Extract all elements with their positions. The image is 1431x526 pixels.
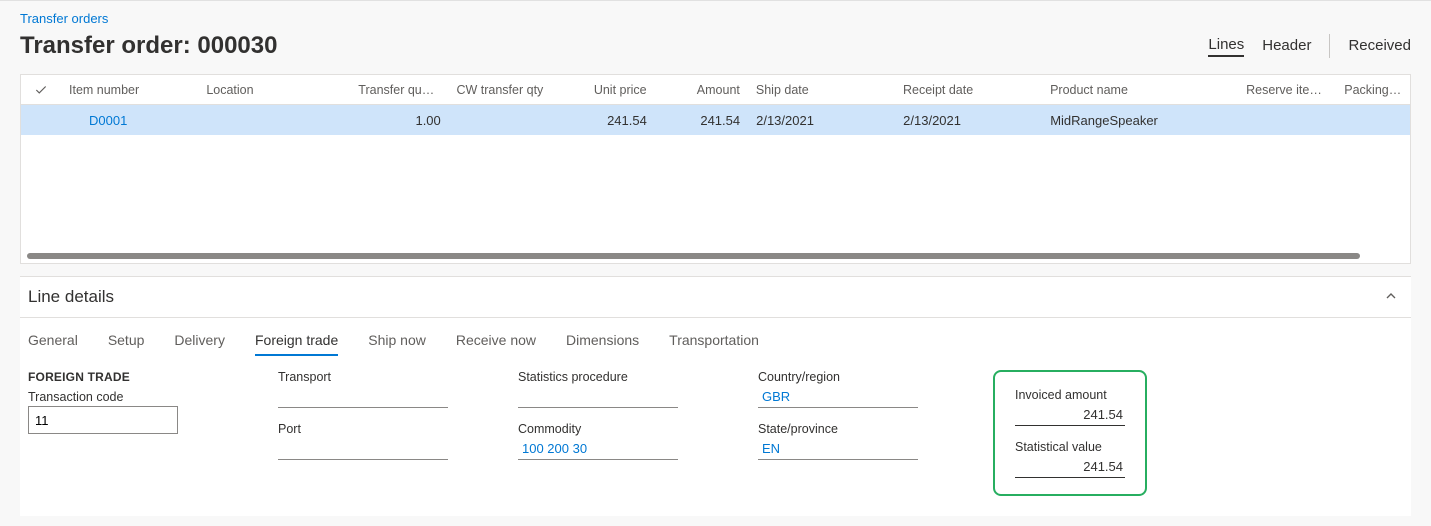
col-transfer-qty[interactable]: Transfer quantity xyxy=(350,83,448,97)
header-row: Transfer order: 000030 Lines Header Rece… xyxy=(0,30,1431,74)
page-container: Transfer orders Transfer order: 000030 L… xyxy=(0,0,1431,516)
col-product-name[interactable]: Product name xyxy=(1042,83,1238,97)
order-lines-grid: Item number Location Transfer quantity C… xyxy=(20,74,1411,264)
country-input[interactable] xyxy=(758,386,918,408)
cell-transfer-qty: 1.00 xyxy=(351,113,449,128)
cell-receipt-date: 2/13/2021 xyxy=(895,113,1042,128)
line-details-header[interactable]: Line details xyxy=(20,277,1411,318)
transport-input[interactable] xyxy=(278,386,448,408)
statistical-value-input[interactable] xyxy=(1015,456,1125,478)
line-details-tabs: General Setup Delivery Foreign trade Shi… xyxy=(20,318,1411,360)
grid-row-0[interactable]: D0001 1.00 241.54 241.54 2/13/2021 2/13/… xyxy=(21,105,1410,135)
commodity-input[interactable] xyxy=(518,438,678,460)
col-cw-qty[interactable]: CW transfer qty xyxy=(448,83,556,97)
cell-unit-price: 241.54 xyxy=(557,113,655,128)
header-tabs: Lines Header Received xyxy=(1208,34,1411,58)
dtab-general[interactable]: General xyxy=(28,332,78,356)
tab-received[interactable]: Received xyxy=(1348,37,1411,56)
foreign-trade-heading: FOREIGN TRADE xyxy=(28,370,188,384)
port-input[interactable] xyxy=(278,438,448,460)
page-title: Transfer order: 000030 xyxy=(20,32,277,60)
grid-horizontal-scrollbar[interactable] xyxy=(27,253,1360,259)
stats-procedure-label: Statistics procedure xyxy=(518,370,678,384)
col-amount[interactable]: Amount xyxy=(655,83,748,97)
line-details-title: Line details xyxy=(28,287,114,307)
dtab-foreign-trade[interactable]: Foreign trade xyxy=(255,332,338,356)
field-stats-procedure: Statistics procedure xyxy=(518,370,678,408)
transaction-code-input[interactable] xyxy=(28,406,178,434)
field-port: Port xyxy=(278,422,448,460)
dtab-dimensions[interactable]: Dimensions xyxy=(566,332,639,356)
field-transaction-code: Transaction code xyxy=(28,390,188,434)
statistical-value-label: Statistical value xyxy=(1015,440,1125,454)
col-location[interactable]: Location xyxy=(198,83,350,97)
cell-ship-date: 2/13/2021 xyxy=(748,113,895,128)
field-invoiced-amount: Invoiced amount xyxy=(1015,388,1125,426)
ft-col-2: Transport Port xyxy=(278,370,448,496)
tab-header[interactable]: Header xyxy=(1262,37,1311,56)
state-input[interactable] xyxy=(758,438,918,460)
invoiced-amount-label: Invoiced amount xyxy=(1015,388,1125,402)
invoiced-amount-input[interactable] xyxy=(1015,404,1125,426)
stats-procedure-input[interactable] xyxy=(518,386,678,408)
grid-header-row: Item number Location Transfer quantity C… xyxy=(21,75,1410,105)
dtab-ship-now[interactable]: Ship now xyxy=(368,332,426,356)
breadcrumb: Transfer orders xyxy=(0,1,1431,30)
select-all-icon[interactable] xyxy=(21,83,61,97)
chevron-up-icon[interactable] xyxy=(1383,288,1399,307)
col-packing-qty[interactable]: Packing qu xyxy=(1336,83,1410,97)
header-divider xyxy=(1329,34,1330,58)
cell-item-number[interactable]: D0001 xyxy=(61,113,199,128)
ft-col-1: FOREIGN TRADE Transaction code xyxy=(24,370,188,496)
col-unit-price[interactable]: Unit price xyxy=(556,83,654,97)
line-details-section: Line details General Setup Delivery Fore… xyxy=(20,276,1411,516)
dtab-setup[interactable]: Setup xyxy=(108,332,145,356)
country-label: Country/region xyxy=(758,370,918,384)
breadcrumb-link-transfer-orders[interactable]: Transfer orders xyxy=(20,11,108,26)
state-label: State/province xyxy=(758,422,918,436)
ft-col-4: Country/region State/province xyxy=(758,370,918,496)
ft-col-3: Statistics procedure Commodity xyxy=(518,370,678,496)
highlighted-values-box: Invoiced amount Statistical value xyxy=(993,370,1147,496)
transport-label: Transport xyxy=(278,370,448,384)
col-receipt-date[interactable]: Receipt date xyxy=(895,83,1042,97)
field-statistical-value: Statistical value xyxy=(1015,440,1125,478)
port-label: Port xyxy=(278,422,448,436)
field-state: State/province xyxy=(758,422,918,460)
dtab-transportation[interactable]: Transportation xyxy=(669,332,759,356)
field-country: Country/region xyxy=(758,370,918,408)
field-transport: Transport xyxy=(278,370,448,408)
col-reserve-items[interactable]: Reserve items a... xyxy=(1238,83,1336,97)
cell-product-name: MidRangeSpeaker xyxy=(1042,113,1238,128)
cell-amount: 241.54 xyxy=(655,113,748,128)
commodity-label: Commodity xyxy=(518,422,678,436)
col-item-number[interactable]: Item number xyxy=(61,83,198,97)
col-ship-date[interactable]: Ship date xyxy=(748,83,895,97)
field-commodity: Commodity xyxy=(518,422,678,460)
tab-lines[interactable]: Lines xyxy=(1208,36,1244,57)
dtab-receive-now[interactable]: Receive now xyxy=(456,332,536,356)
transaction-code-label: Transaction code xyxy=(28,390,188,404)
foreign-trade-body: FOREIGN TRADE Transaction code Transport… xyxy=(20,360,1411,516)
dtab-delivery[interactable]: Delivery xyxy=(174,332,225,356)
